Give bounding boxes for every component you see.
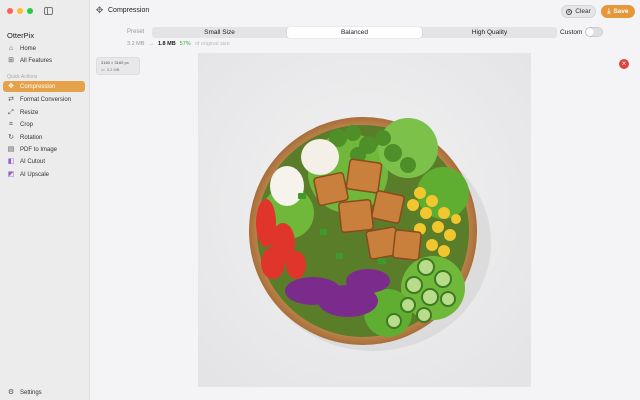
save-icon: ⤓ bbox=[607, 7, 611, 15]
clear-icon: ✕ bbox=[566, 8, 573, 15]
compressed-size: 1.8 MB bbox=[157, 41, 176, 47]
preset-segmented-control: Small Size Balanced High Quality bbox=[152, 27, 557, 38]
sidebar: OtterPix ⌂ Home ⊞ All Features Quick Act… bbox=[0, 0, 90, 400]
image-dimensions: 3160 × 3160 px bbox=[101, 60, 129, 65]
remove-image-button[interactable]: × bbox=[619, 59, 629, 69]
sidebar-item-format-conversion[interactable]: ⇄ Format Conversion bbox=[3, 94, 85, 105]
ai-cutout-icon: ◧ bbox=[7, 158, 15, 165]
clear-button-label: Clear bbox=[575, 8, 591, 15]
sidebar-item-label: Compression bbox=[20, 83, 56, 90]
sidebar-item-compression[interactable]: ✥ Compression bbox=[3, 81, 85, 92]
sidebar-item-label: Settings bbox=[20, 389, 42, 396]
preset-option-high-quality[interactable]: High Quality bbox=[422, 27, 557, 38]
window-controls bbox=[7, 8, 33, 14]
sidebar-item-rotation[interactable]: ↻ Rotation bbox=[3, 132, 85, 143]
gear-icon: ⚙ bbox=[7, 389, 15, 396]
sidebar-item-label: Resize bbox=[20, 109, 39, 116]
save-button[interactable]: ⤓ Save bbox=[601, 5, 635, 18]
image-preview bbox=[198, 53, 531, 387]
ai-upscale-icon: ◩ bbox=[7, 171, 15, 178]
sidebar-item-label: Home bbox=[20, 45, 37, 52]
original-size: 3.2 MB bbox=[127, 41, 145, 47]
compress-icon: ✥ bbox=[8, 83, 14, 90]
pdf-icon: ▤ bbox=[7, 146, 15, 153]
zoom-window-button[interactable] bbox=[27, 8, 33, 14]
custom-label: Custom bbox=[560, 29, 583, 36]
percent-suffix: of original size bbox=[194, 41, 230, 47]
custom-toggle[interactable] bbox=[585, 27, 603, 37]
sidebar-item-settings[interactable]: ⚙ Settings bbox=[3, 387, 85, 398]
clear-button[interactable]: ✕ Clear bbox=[561, 5, 596, 18]
sidebar-item-label: AI Upscale bbox=[20, 171, 50, 178]
sidebar-item-home[interactable]: ⌂ Home bbox=[3, 43, 85, 54]
sidebar-item-all-features[interactable]: ⊞ All Features bbox=[3, 55, 85, 66]
sidebar-item-crop[interactable]: ⌗ Crop bbox=[3, 119, 85, 130]
rotate-icon: ↻ bbox=[8, 134, 14, 141]
preset-option-small-size[interactable]: Small Size bbox=[152, 27, 287, 38]
sidebar-toggle-icon[interactable] bbox=[44, 7, 53, 15]
minimize-window-button[interactable] bbox=[17, 8, 23, 14]
sidebar-item-label: AI Cutout bbox=[20, 158, 46, 165]
home-icon: ⌂ bbox=[8, 45, 14, 52]
grid-icon: ⊞ bbox=[8, 57, 14, 64]
sidebar-item-label: Format Conversion bbox=[20, 96, 72, 103]
sidebar-item-resize[interactable]: ⤢ Resize bbox=[3, 107, 85, 118]
sidebar-item-label: Rotation bbox=[20, 134, 43, 141]
sidebar-item-label: Crop bbox=[20, 121, 34, 128]
toolbar-title-group: ✥ Compression bbox=[95, 5, 150, 15]
app-window: OtterPix ⌂ Home ⊞ All Features Quick Act… bbox=[0, 0, 640, 400]
crop-icon: ⌗ bbox=[9, 121, 13, 128]
sidebar-item-ai-cutout[interactable]: ◧ AI Cutout bbox=[3, 156, 85, 167]
sidebar-item-label: All Features bbox=[20, 57, 53, 64]
image-file-info: ▭ 3.2 MB bbox=[101, 67, 135, 72]
size-stats: 3.2 MB → 1.8 MB 57% of original size bbox=[127, 41, 230, 47]
preset-label: Preset bbox=[127, 29, 145, 35]
sidebar-item-label: PDF to Image bbox=[20, 146, 58, 153]
compress-icon: ✥ bbox=[95, 5, 104, 15]
arrow-icon: → bbox=[148, 41, 154, 47]
sidebar-item-pdf-to-image[interactable]: ▤ PDF to Image bbox=[3, 144, 85, 155]
convert-icon: ⇄ bbox=[8, 96, 14, 103]
sidebar-item-ai-upscale[interactable]: ◩ AI Upscale bbox=[3, 169, 85, 180]
save-button-label: Save bbox=[613, 8, 629, 15]
toolbar: ✥ Compression ✕ Clear ⤓ Save bbox=[90, 0, 640, 24]
percent-of-original: 57% bbox=[179, 41, 191, 47]
app-name: OtterPix bbox=[7, 31, 35, 40]
preset-option-balanced[interactable]: Balanced bbox=[287, 27, 422, 38]
file-icon: ▭ bbox=[101, 67, 105, 72]
section-label-quick-actions: Quick Actions bbox=[7, 74, 38, 80]
image-info-card: 3160 × 3160 px ▭ 3.2 MB bbox=[96, 57, 140, 75]
page-title: Compression bbox=[108, 7, 150, 14]
resize-icon: ⤢ bbox=[8, 109, 14, 116]
food-bowl-photo bbox=[198, 53, 531, 387]
close-window-button[interactable] bbox=[7, 8, 13, 14]
image-file-size: 3.2 MB bbox=[106, 67, 120, 72]
